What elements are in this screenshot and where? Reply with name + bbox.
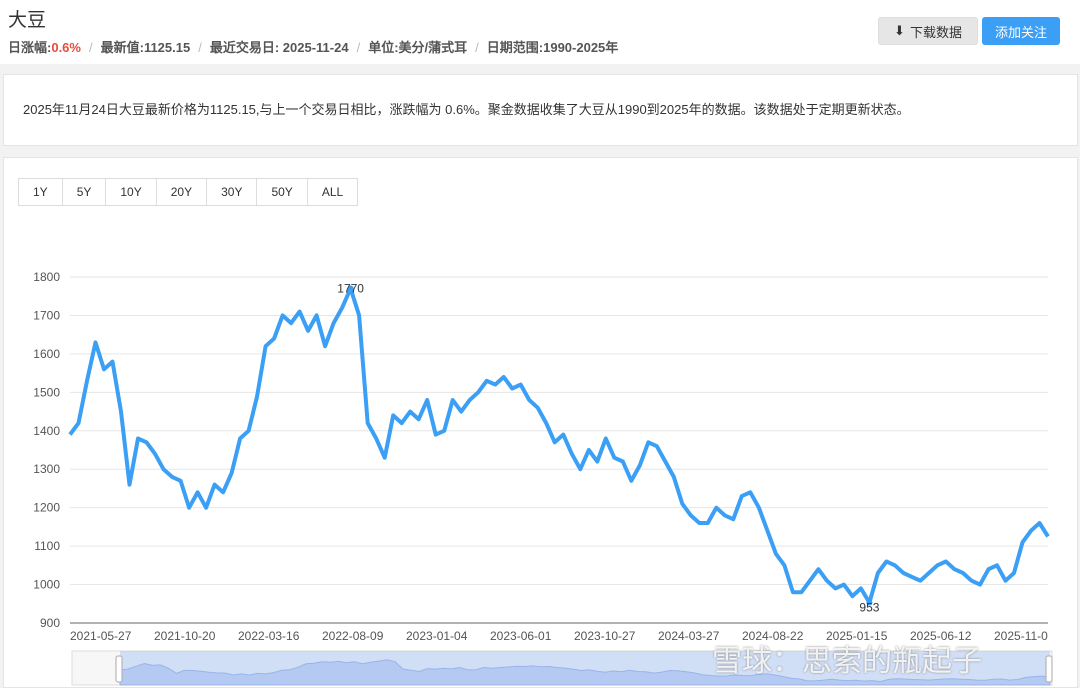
x-tick-label: 2023-06-01 [490, 629, 552, 643]
watermark: 雪球：思索的瓶起子 [712, 645, 982, 678]
x-tick-label: 2023-01-04 [406, 629, 468, 643]
max-label: 1770 [337, 282, 364, 296]
zoom-handle-left[interactable] [115, 655, 123, 683]
x-tick-label: 2022-03-16 [238, 629, 300, 643]
y-tick-label: 1500 [33, 385, 60, 399]
min-label: 953 [859, 601, 879, 615]
x-tick-label: 2021-10-20 [154, 629, 216, 643]
y-tick-label: 1000 [33, 578, 60, 592]
y-tick-label: 1700 [33, 308, 60, 322]
y-tick-label: 1200 [33, 501, 60, 515]
x-tick-label: 2023-10-27 [574, 629, 636, 643]
y-tick-label: 1100 [34, 539, 60, 553]
x-tick-label: 2025-11-0 [994, 629, 1048, 643]
x-tick-label: 2022-08-09 [322, 629, 384, 643]
y-tick-label: 1800 [33, 270, 60, 284]
price-chart: 900 1000 1100 1200 1300 1400 1500 1600 1700 1800 2… [33, 270, 1053, 686]
price-line [68, 286, 1050, 605]
y-tick-label: 1400 [33, 424, 60, 438]
x-tick-label: 2021-05-27 [70, 629, 132, 643]
x-tick-label: 2024-03-27 [658, 629, 720, 643]
zoom-handle-right[interactable] [1045, 655, 1053, 683]
y-tick-label: 1300 [33, 462, 60, 476]
y-tick-label: 1600 [33, 347, 60, 361]
y-tick-label: 900 [40, 616, 60, 630]
